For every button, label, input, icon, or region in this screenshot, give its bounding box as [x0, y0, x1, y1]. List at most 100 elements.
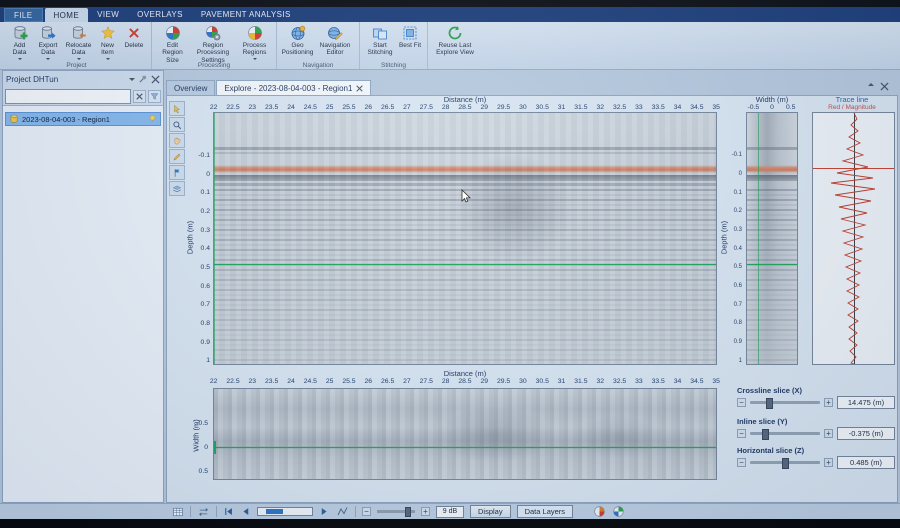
- delete-button[interactable]: Delete: [121, 24, 147, 49]
- dropdown-caret-icon: [18, 58, 22, 62]
- horizontal-slice-control: − + 0.485 (m): [737, 456, 895, 469]
- layers-tool-button[interactable]: [169, 181, 185, 196]
- display-button[interactable]: Display: [470, 505, 511, 518]
- swap-direction-icon[interactable]: [197, 506, 210, 518]
- process-regions-button[interactable]: Process Regions: [237, 24, 272, 62]
- tick-label: 30.5: [533, 104, 552, 111]
- tick-label: 30: [513, 104, 532, 111]
- tick-label: 22.5: [223, 378, 242, 385]
- gain-slider-handle[interactable]: [405, 507, 411, 517]
- annotate-tool-button[interactable]: [169, 149, 185, 164]
- table-view-icon[interactable]: [172, 506, 184, 518]
- close-tab-icon[interactable]: [356, 85, 363, 92]
- slice-width-axis-title: Width (m): [740, 95, 804, 104]
- filter-button[interactable]: [148, 90, 161, 103]
- search-input[interactable]: [5, 89, 131, 104]
- tab-file[interactable]: FILE: [4, 8, 43, 22]
- tick-label: 32: [591, 104, 610, 111]
- tree-item-region1[interactable]: 2023-08-04-003 - Region1: [5, 112, 161, 126]
- trace-line-view[interactable]: [812, 112, 895, 365]
- route-profile-icon[interactable]: [336, 506, 349, 518]
- main-radargram-view[interactable]: [213, 112, 717, 365]
- pin-icon[interactable]: [138, 74, 148, 84]
- new-item-button[interactable]: New Item: [95, 24, 120, 62]
- tab-explore-region1[interactable]: Explore - 2023-08-04-003 - Region1: [216, 80, 371, 95]
- export-data-icon: [40, 25, 56, 41]
- crossline-decrement-button[interactable]: −: [737, 398, 746, 407]
- collapse-chevron-icon[interactable]: [868, 80, 874, 86]
- close-panel-icon[interactable]: [151, 75, 160, 84]
- data-layers-button[interactable]: Data Layers: [517, 505, 573, 518]
- layers-status-icon[interactable]: [612, 505, 625, 518]
- crossline-slider-track[interactable]: [750, 401, 820, 404]
- processing-status-icon[interactable]: [593, 505, 606, 518]
- tick-label: 0.6: [186, 277, 210, 296]
- tab-explore-label: Explore - 2023-08-04-003 - Region1: [224, 84, 352, 93]
- main-distance-tick-labels: 2222.52323.52424.52525.52626.52727.52828…: [204, 104, 726, 111]
- best-fit-button[interactable]: Best Fit: [397, 24, 423, 49]
- inline-decrement-button[interactable]: −: [737, 429, 746, 438]
- skip-back-icon[interactable]: [223, 506, 234, 517]
- crossline-slider-handle[interactable]: [766, 398, 773, 409]
- gain-value-box[interactable]: 9 dB: [436, 506, 464, 518]
- tick-label: 0.5: [781, 104, 800, 111]
- tick-label: 0: [724, 165, 742, 184]
- crossline-increment-button[interactable]: +: [824, 398, 833, 407]
- trace-position-scrollbar[interactable]: [257, 507, 313, 516]
- region-processing-settings-button[interactable]: Region Processing Settings: [190, 24, 236, 64]
- inline-slider-handle[interactable]: [762, 429, 769, 440]
- gain-increment-button[interactable]: +: [421, 507, 430, 516]
- flag-tool-button[interactable]: [169, 165, 185, 180]
- select-tool-button[interactable]: [169, 101, 185, 116]
- step-forward-icon[interactable]: [319, 506, 330, 517]
- pan-tool-button[interactable]: [169, 133, 185, 148]
- bottom-width-tick-labels: -0.500.5: [190, 411, 208, 483]
- tab-home[interactable]: HOME: [45, 8, 89, 22]
- crossline-value-box[interactable]: 14.475 (m): [837, 396, 895, 409]
- inline-slider-track[interactable]: [750, 432, 820, 435]
- start-stitching-button[interactable]: Start Stitching: [364, 24, 396, 57]
- chevron-down-icon[interactable]: [129, 78, 135, 84]
- new-item-icon: [100, 25, 116, 41]
- tick-label: 33: [629, 378, 648, 385]
- navigation-editor-button[interactable]: Navigation Editor: [315, 24, 355, 57]
- scrollbar-thumb[interactable]: [266, 509, 283, 514]
- inline-increment-button[interactable]: +: [824, 429, 833, 438]
- gain-slider-track[interactable]: [377, 510, 415, 513]
- plan-slice-view[interactable]: [213, 388, 717, 480]
- horizontal-value-box[interactable]: 0.485 (m): [837, 456, 895, 469]
- zoom-tool-button[interactable]: [169, 117, 185, 132]
- horizontal-decrement-button[interactable]: −: [737, 458, 746, 467]
- inline-slice-line: [758, 113, 759, 364]
- close-view-icon[interactable]: [880, 82, 889, 91]
- horizontal-slider-handle[interactable]: [782, 458, 789, 469]
- view-tool-strip: [169, 101, 186, 196]
- inline-value-box[interactable]: -0.375 (m): [837, 427, 895, 440]
- tick-label: 26.5: [378, 378, 397, 385]
- radar-anomaly: [454, 153, 574, 263]
- gain-decrement-button[interactable]: −: [362, 507, 371, 516]
- process-regions-icon: [247, 25, 263, 41]
- process-regions-label: Process Regions: [237, 42, 272, 57]
- tab-overlays[interactable]: OVERLAYS: [128, 7, 192, 22]
- clear-search-button[interactable]: [133, 90, 146, 103]
- tab-view[interactable]: VIEW: [88, 7, 128, 22]
- tick-label: 23.5: [262, 378, 281, 385]
- tick-label: 34.5: [687, 104, 706, 111]
- relocate-data-button[interactable]: Relocate Data: [63, 24, 94, 62]
- geo-positioning-button[interactable]: Geo Positioning: [281, 24, 314, 57]
- horizontal-increment-button[interactable]: +: [824, 458, 833, 467]
- ribbon-group-navigation: Geo Positioning Navigation Editor Naviga…: [277, 22, 360, 69]
- export-data-button[interactable]: Export Data: [34, 24, 62, 62]
- step-back-icon[interactable]: [240, 506, 251, 517]
- tick-label: 31.5: [571, 378, 590, 385]
- tick-label: 0: [763, 104, 782, 111]
- reuse-last-explore-view-button[interactable]: Reuse Last Explore View: [432, 24, 478, 57]
- crossline-slice-view[interactable]: [746, 112, 798, 365]
- tab-overview[interactable]: Overview: [166, 80, 215, 95]
- horizontal-slider-track[interactable]: [750, 461, 820, 464]
- edit-region-size-button[interactable]: Edit Region Size: [156, 24, 189, 64]
- add-data-button[interactable]: Add Data: [6, 24, 33, 62]
- tab-pavement-analysis[interactable]: PAVEMENT ANALYSIS: [192, 7, 300, 22]
- window-bottom-strip: [0, 519, 900, 528]
